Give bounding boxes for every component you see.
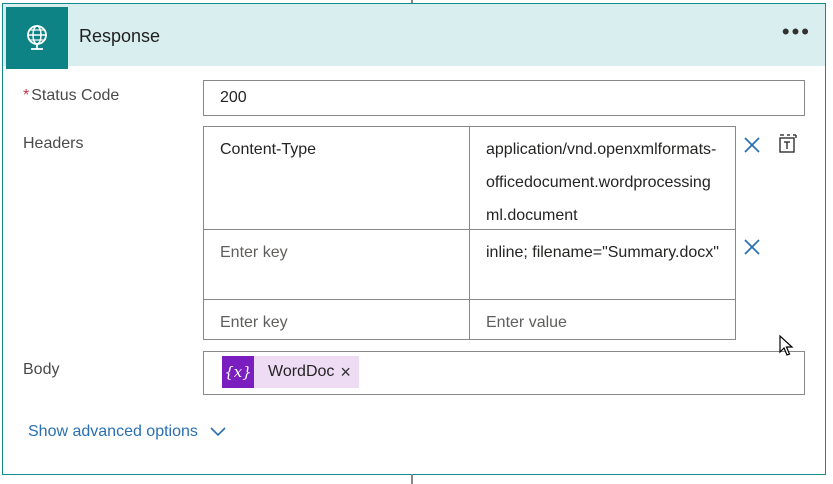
globe-response-icon [6, 7, 68, 69]
response-action-card: Response ••• * Status Code 200 Headers Co… [2, 3, 826, 475]
card-title: Response [79, 26, 161, 46]
header-key-1[interactable]: Content-Type [203, 126, 470, 230]
headers-label: Headers [23, 135, 84, 152]
token-label: WordDoc [268, 363, 335, 380]
delete-header-row-1-icon[interactable] [742, 135, 762, 155]
ellipsis-icon[interactable]: ••• [782, 21, 811, 43]
token-remove-icon[interactable]: × [340, 363, 359, 381]
mouse-pointer-icon [779, 335, 794, 356]
show-advanced-options-link[interactable]: Show advanced options [28, 423, 226, 441]
delete-header-row-2-icon[interactable] [742, 237, 762, 257]
dynamic-content-token[interactable]: {x} WordDoc × [222, 356, 359, 388]
status-code-label: * Status Code [23, 87, 119, 105]
status-code-input[interactable]: 200 [203, 80, 805, 116]
header-key-3[interactable]: Enter key [203, 299, 470, 340]
header-key-2[interactable]: Enter key [203, 229, 470, 300]
status-code-label-text: Status Code [31, 87, 120, 104]
chevron-down-icon [210, 427, 226, 437]
required-marker: * [23, 87, 30, 104]
body-input[interactable]: {x} WordDoc × [203, 351, 805, 395]
header-value-2[interactable]: inline; filename="Summary.docx" [469, 229, 736, 300]
expression-icon: {x} [222, 356, 254, 388]
card-header[interactable]: Response ••• [3, 4, 825, 69]
flow-connector-bottom [411, 474, 413, 484]
header-value-3[interactable]: Enter value [469, 299, 736, 340]
text-mode-toggle-icon[interactable] [776, 132, 798, 154]
header-value-1[interactable]: application/vnd.openxmlformats-officedoc… [469, 126, 736, 230]
body-label: Body [23, 361, 60, 378]
advanced-options-label: Show advanced options [28, 423, 198, 440]
